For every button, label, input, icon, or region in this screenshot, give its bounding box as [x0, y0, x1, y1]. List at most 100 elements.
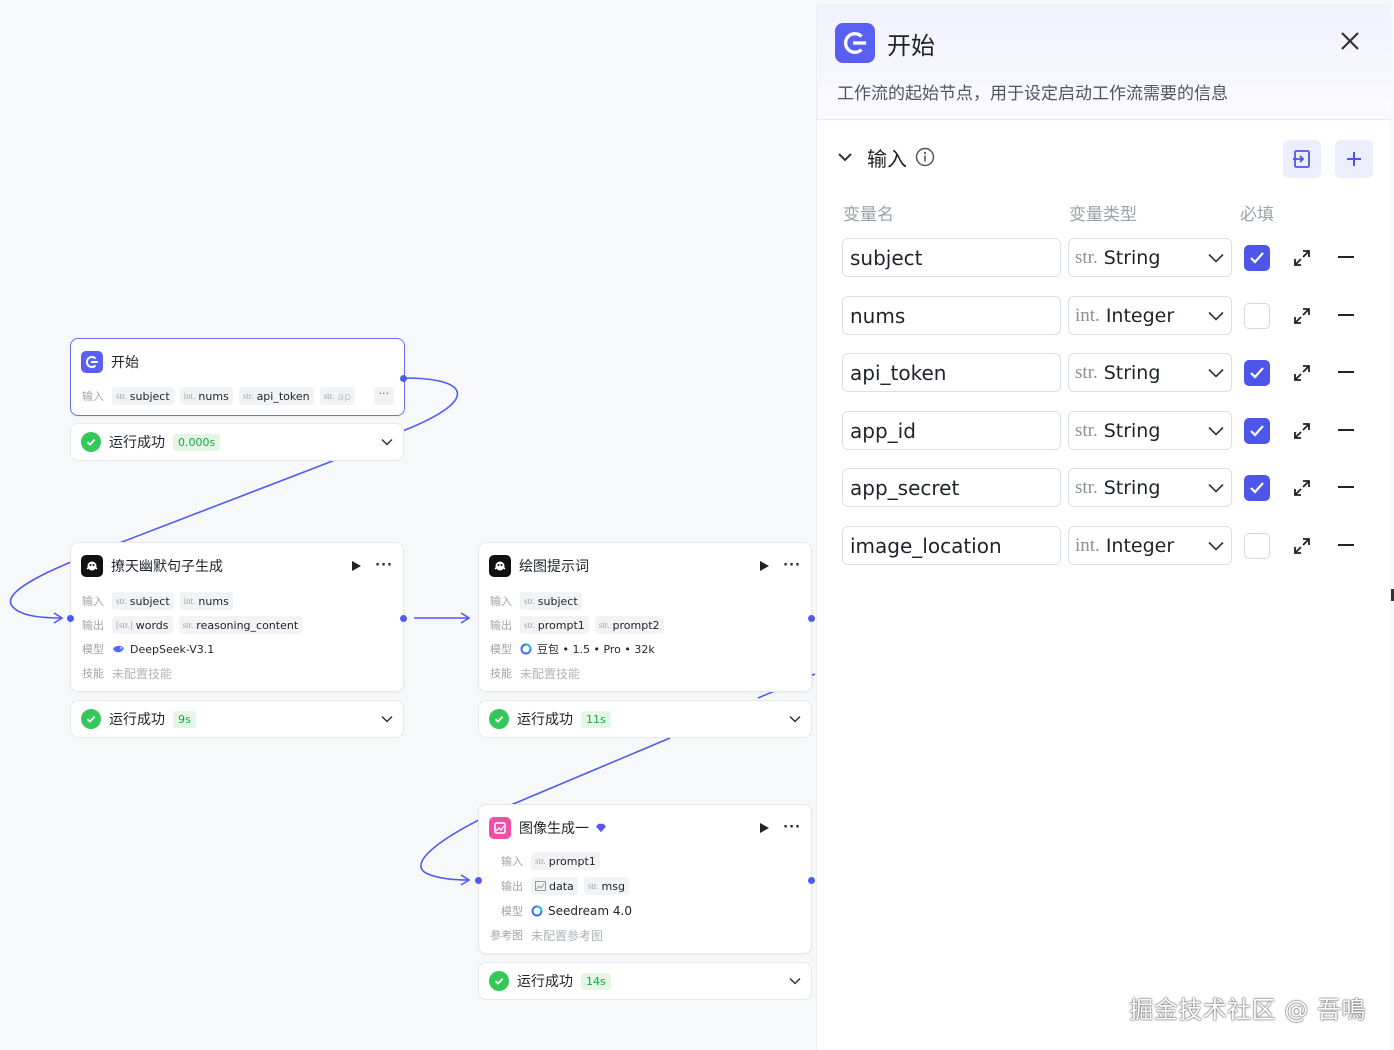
chevron-down-icon [1208, 253, 1224, 263]
status-text: 运行成功 [517, 712, 573, 728]
chevron-down-icon[interactable] [381, 715, 393, 723]
output-port[interactable] [808, 877, 815, 884]
chevron-down-icon[interactable] [789, 977, 801, 985]
variable-type-select[interactable]: str. String [1068, 468, 1232, 507]
variable-type-select[interactable]: str. String [1068, 353, 1232, 392]
type-prefix: str. [1075, 476, 1098, 498]
required-checkbox[interactable] [1244, 533, 1270, 559]
output-tag: str. prompt2 [594, 616, 664, 634]
model-label: 模型 [490, 643, 512, 656]
input-tag: int. nums [179, 592, 233, 610]
remove-variable-button[interactable] [1338, 429, 1354, 431]
input-port[interactable] [67, 615, 74, 622]
workflow-canvas[interactable]: 开始 输入 str. subject int. nums str. api_token… [0, 0, 816, 1050]
required-checkbox[interactable] [1244, 303, 1270, 329]
image-type-icon [535, 881, 546, 891]
node-title: 图像生成一 [519, 821, 589, 837]
variable-row: api_token str. String [842, 353, 1382, 393]
more-menu-button[interactable]: ··· [783, 821, 801, 834]
model-value: Seedream 4.0 [531, 904, 632, 918]
variable-name-input[interactable]: app_id [842, 411, 1061, 450]
column-header-name: 变量名 [843, 205, 894, 225]
input-tag: int. nums [179, 387, 233, 405]
variable-type-select[interactable]: int. Integer [1068, 526, 1232, 565]
required-checkbox[interactable] [1244, 245, 1270, 271]
plus-icon [1347, 152, 1361, 166]
chevron-down-icon[interactable] [789, 715, 801, 723]
node-title: 绘图提示词 [519, 559, 589, 575]
add-variable-button[interactable] [1335, 140, 1373, 178]
chevron-down-icon [1208, 541, 1224, 551]
remove-variable-button[interactable] [1338, 544, 1354, 546]
remove-variable-button[interactable] [1338, 256, 1354, 258]
chevron-down-icon[interactable] [837, 152, 853, 162]
output-tag: [str.] words [112, 616, 173, 634]
model-value: 豆包 • 1.5 • Pro • 32k [520, 641, 655, 657]
variable-name-input[interactable]: subject [842, 238, 1061, 277]
check-icon [1250, 252, 1264, 264]
output-port[interactable] [400, 615, 407, 622]
output-port[interactable] [400, 375, 407, 382]
info-icon[interactable] [915, 147, 935, 167]
import-icon [1293, 150, 1310, 168]
expand-icon[interactable] [1292, 363, 1312, 383]
status-text: 运行成功 [517, 974, 573, 990]
success-icon [489, 709, 509, 729]
variable-type-select[interactable]: str. String [1068, 238, 1232, 277]
variable-row: app_secret str. String [842, 468, 1382, 508]
variable-name-input[interactable]: app_secret [842, 468, 1061, 507]
remove-variable-button[interactable] [1338, 314, 1354, 316]
expand-icon[interactable] [1292, 536, 1312, 556]
llm-node-prompt[interactable]: 绘图提示词 ··· 输入 str. subject 输出 str. prompt1 … [478, 542, 815, 692]
expand-icon[interactable] [1292, 478, 1312, 498]
remove-variable-button[interactable] [1338, 486, 1354, 488]
more-menu-button[interactable]: ··· [375, 559, 393, 572]
run-status-bar[interactable]: 运行成功 0.000s [70, 423, 404, 461]
remove-variable-button[interactable] [1338, 371, 1354, 373]
llm-icon [489, 555, 511, 577]
input-label: 输入 [490, 595, 512, 608]
input-port[interactable] [475, 877, 482, 884]
close-icon[interactable] [1339, 30, 1361, 52]
run-node-button[interactable] [760, 561, 770, 571]
output-port[interactable] [808, 615, 815, 622]
more-menu-button[interactable]: ··· [783, 559, 801, 572]
time-badge: 14s [581, 972, 611, 990]
variable-name-input[interactable]: nums [842, 296, 1061, 335]
chevron-down-icon [1208, 368, 1224, 378]
type-name: String [1103, 361, 1161, 384]
input-tag: str. api_token [238, 387, 314, 405]
variable-name-input[interactable]: image_location [842, 526, 1061, 565]
model-label: 模型 [82, 643, 104, 656]
expand-icon[interactable] [1292, 421, 1312, 441]
required-checkbox[interactable] [1244, 475, 1270, 501]
expand-icon[interactable] [1292, 306, 1312, 326]
run-node-button[interactable] [352, 561, 362, 571]
model-value: DeepSeek-V3.1 [112, 643, 214, 656]
run-status-bar[interactable]: 运行成功 14s [478, 962, 812, 1000]
expand-icon[interactable] [1292, 248, 1312, 268]
status-text: 运行成功 [109, 435, 165, 451]
panel-title: 开始 [887, 32, 935, 60]
llm-node-sentence[interactable]: 撩天幽默句子生成 ··· 输入 str. subject int. nums 输出 … [67, 542, 407, 692]
import-button[interactable] [1283, 140, 1321, 178]
diamond-icon [596, 823, 606, 833]
column-header-type: 变量类型 [1069, 205, 1137, 225]
image-gen-node[interactable]: 图像生成一 ··· 输入 str. prompt1 输出 data str. msg… [475, 804, 815, 954]
variable-name-input[interactable]: api_token [842, 353, 1061, 392]
variable-type-select[interactable]: str. String [1068, 411, 1232, 450]
required-checkbox[interactable] [1244, 418, 1270, 444]
run-node-button[interactable] [760, 823, 770, 833]
more-inputs-button[interactable]: ··· [373, 387, 394, 405]
panel-header: 开始 工作流的起始节点，用于设定启动工作流需要的信息 [817, 4, 1391, 120]
chevron-down-icon [1208, 311, 1224, 321]
chevron-down-icon[interactable] [381, 438, 393, 446]
start-node[interactable]: 开始 输入 str. subject int. nums str. api_token… [70, 338, 407, 416]
required-checkbox[interactable] [1244, 360, 1270, 386]
input-tag: str. prompt1 [531, 852, 600, 870]
run-status-bar[interactable]: 运行成功 11s [478, 700, 812, 738]
run-status-bar[interactable]: 运行成功 9s [70, 700, 404, 738]
variable-type-select[interactable]: int. Integer [1068, 296, 1232, 335]
success-icon [81, 709, 101, 729]
type-name: Integer [1105, 304, 1175, 327]
